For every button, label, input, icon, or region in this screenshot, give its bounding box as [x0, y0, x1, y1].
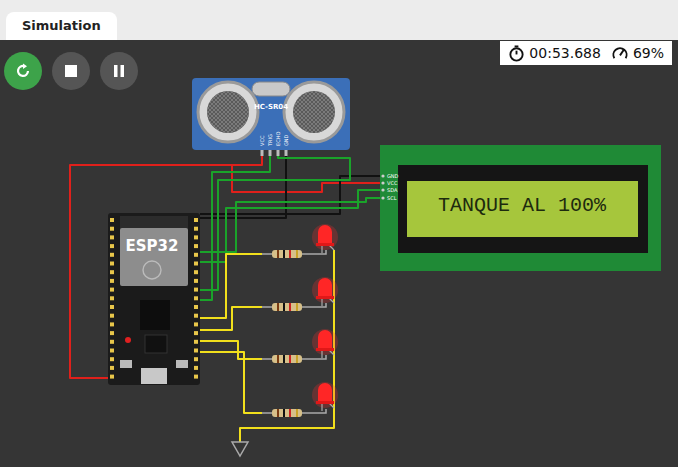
board-name: ESP32 — [126, 237, 179, 255]
tab[interactable]: Simulation — [6, 12, 117, 40]
ground-icon — [232, 442, 248, 456]
led-glow — [312, 329, 338, 355]
espressif-logo-icon — [143, 261, 161, 279]
wire[interactable] — [200, 307, 262, 330]
lcd-text: TANQUE AL 100% — [438, 194, 607, 217]
antenna — [120, 216, 188, 230]
led-glow — [312, 277, 338, 303]
transducer — [284, 82, 344, 142]
wifi-module — [120, 228, 188, 286]
board-pin[interactable] — [110, 314, 198, 318]
wire[interactable] — [232, 165, 383, 192]
svg-text:GND: GND — [283, 134, 289, 146]
usb-port — [141, 368, 167, 384]
board-pin[interactable] — [110, 288, 198, 292]
pause-icon — [112, 64, 126, 78]
sim-time: 00:53.688 — [529, 45, 601, 61]
transducer — [198, 82, 258, 142]
wire[interactable] — [200, 198, 383, 252]
sim-speed: 69% — [633, 45, 664, 61]
svg-text:SCL: SCL — [387, 195, 397, 201]
board-pin[interactable] — [110, 270, 198, 274]
board-pin[interactable] — [110, 235, 198, 239]
esp32-board[interactable]: ESP32 — [108, 213, 200, 385]
svg-text:TRIG: TRIG — [267, 134, 273, 147]
sensor-pin[interactable]: TRIG — [267, 134, 273, 156]
circuit-diagram: HC-SR04VCCTRIGECHOGNDTANQUE AL 100%GNDVC… — [0, 40, 678, 467]
stopwatch-icon — [508, 45, 525, 62]
wire[interactable] — [200, 190, 383, 262]
board-pin[interactable] — [110, 244, 198, 248]
sensor-pin[interactable]: VCC — [259, 135, 265, 156]
tab-bar: Simulation — [0, 0, 678, 40]
board-pin[interactable] — [110, 262, 198, 266]
sensor-pin[interactable]: GND — [283, 134, 289, 156]
resistor[interactable] — [262, 355, 326, 363]
stop-icon — [64, 64, 78, 78]
board-pin[interactable] — [110, 366, 198, 370]
resistor[interactable] — [262, 303, 326, 311]
wire[interactable] — [70, 152, 262, 378]
lcd-pin[interactable]: SCL — [381, 195, 396, 201]
resistor[interactable] — [262, 250, 326, 258]
lcd-display[interactable]: TANQUE AL 100% GNDVCCSDA SCL — [380, 145, 661, 271]
boot-button[interactable] — [120, 360, 132, 368]
sensor-pin[interactable]: ECHO — [275, 132, 281, 156]
led[interactable] — [312, 224, 338, 253]
led-glow — [312, 224, 338, 250]
speed-gauge-icon — [611, 45, 629, 62]
lcd-pin[interactable]: VCC — [381, 180, 398, 186]
svg-text:ECHO: ECHO — [275, 132, 281, 146]
lcd-pin[interactable]: SDA — [381, 187, 398, 193]
svg-text:VCC: VCC — [259, 135, 265, 146]
board-pin[interactable] — [110, 349, 198, 353]
board-pin[interactable] — [110, 218, 198, 222]
ultrasonic-sensor[interactable]: HC-SR04 VCCTRIGECHOGND — [192, 78, 350, 156]
board-pin[interactable] — [110, 331, 198, 335]
stop-button[interactable] — [52, 52, 90, 90]
board-pin[interactable] — [110, 375, 198, 379]
sensor-name: HC-SR04 — [254, 103, 288, 111]
led[interactable] — [312, 382, 338, 411]
wire[interactable] — [200, 352, 262, 413]
board-pin[interactable] — [110, 279, 198, 283]
board-pin[interactable] — [110, 305, 198, 309]
reset-button[interactable] — [176, 360, 188, 368]
pause-button[interactable] — [100, 52, 138, 90]
led[interactable] — [312, 277, 338, 306]
restart-icon — [14, 62, 32, 80]
lcd-screen — [407, 181, 638, 237]
lcd-pin[interactable]: GND — [381, 173, 398, 179]
board-pin[interactable] — [110, 357, 198, 361]
simulation-canvas: HC-SR04VCCTRIGECHOGNDTANQUE AL 100%GNDVC… — [0, 40, 678, 467]
svg-text:VCC: VCC — [387, 180, 398, 186]
resistor[interactable] — [262, 409, 326, 417]
svg-text:SDA: SDA — [387, 187, 398, 193]
board-pin[interactable] — [110, 340, 198, 344]
svg-text:GND: GND — [387, 173, 399, 179]
board-pin[interactable] — [110, 296, 198, 300]
wire[interactable] — [200, 341, 262, 359]
board-pin[interactable] — [110, 322, 198, 326]
sim-controls — [4, 52, 138, 90]
wokwi-app: SimulationHC-SR04VCCTRIGECHOGNDTANQUE AL… — [0, 0, 678, 467]
restart-button[interactable] — [4, 52, 42, 90]
power-led — [125, 337, 131, 343]
led-glow — [312, 382, 338, 408]
board-pin[interactable] — [110, 253, 198, 257]
led[interactable] — [312, 329, 338, 358]
crystal — [252, 82, 290, 96]
wire[interactable] — [200, 152, 350, 290]
board-pin[interactable] — [110, 227, 198, 231]
wires — [70, 152, 383, 442]
sim-status: 00:53.688 69% — [500, 41, 672, 65]
